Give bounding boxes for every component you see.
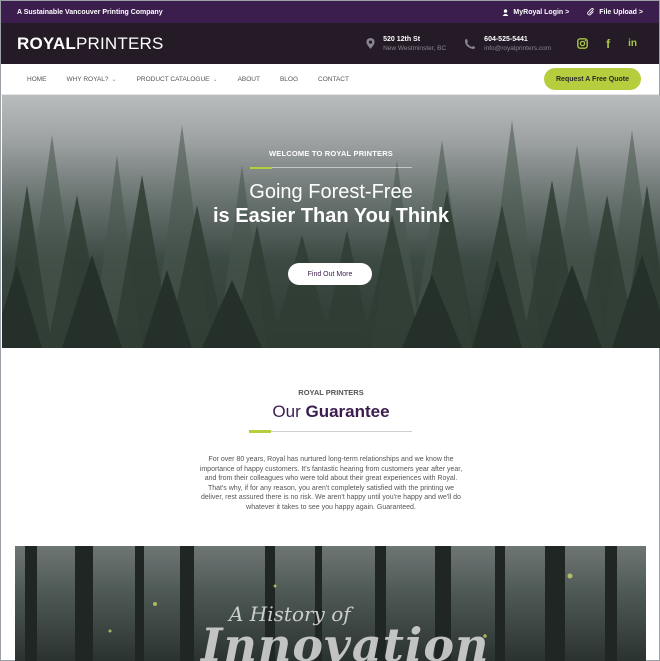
- guarantee-title: Our Guarantee: [1, 402, 660, 422]
- nav-why-royal-label: WHY ROYAL?: [66, 75, 109, 83]
- guarantee-accent-bar: [249, 430, 271, 433]
- phone-icon: [465, 39, 476, 49]
- logo-light: PRINTERS: [75, 33, 164, 53]
- tagline: A Sustainable Vancouver Printing Company: [17, 8, 163, 16]
- find-out-more-button[interactable]: Find Out More: [288, 263, 372, 285]
- instagram-icon[interactable]: [577, 38, 589, 49]
- nav-product-catalogue[interactable]: PRODUCT CATALOGUE ⌄: [137, 76, 218, 83]
- linkedin-icon[interactable]: in: [628, 38, 637, 49]
- hero-divider: [272, 167, 412, 168]
- guarantee-rule: [271, 431, 412, 432]
- file-upload-link[interactable]: File Upload >: [587, 8, 643, 16]
- hero-accent-bar: [250, 167, 272, 169]
- guarantee-divider: [1, 430, 660, 440]
- guarantee-body: For over 80 years, Royal has nurtured lo…: [199, 456, 463, 511]
- login-label: MyRoyal Login >: [513, 8, 570, 16]
- email-address[interactable]: info@royalprinters.com: [484, 44, 551, 53]
- hero-heading-line2: is Easier Than You Think: [213, 205, 449, 227]
- nav-contact[interactable]: CONTACT: [318, 76, 349, 83]
- upload-label: File Upload >: [599, 8, 643, 16]
- hero-banner: WELCOME TO ROYAL PRINTERS Going Forest-F…: [2, 95, 660, 348]
- main-nav: HOME WHY ROYAL? ⌄ PRODUCT CATALOGUE ⌄ ABOU…: [1, 64, 659, 95]
- map-pin-icon: [366, 38, 375, 49]
- nav-about-label: ABOUT: [237, 75, 260, 83]
- nav-contact-label: CONTACT: [318, 75, 349, 83]
- chevron-down-icon: ⌄: [111, 76, 117, 83]
- nav-home[interactable]: HOME: [27, 76, 47, 83]
- chevron-down-icon: ⌄: [212, 76, 218, 83]
- top-bar: A Sustainable Vancouver Printing Company…: [1, 1, 659, 23]
- myroyal-login-link[interactable]: MyRoyal Login >: [502, 9, 569, 16]
- social-links: f in: [577, 37, 637, 51]
- nav-about[interactable]: ABOUT: [238, 76, 260, 83]
- history-banner: A History of Innovation: [15, 546, 646, 661]
- facebook-icon[interactable]: f: [606, 37, 610, 51]
- nav-home-label: HOME: [27, 75, 47, 83]
- paperclip-icon: [587, 8, 594, 16]
- history-script-large: Innovation: [201, 618, 490, 661]
- hero-eyebrow: WELCOME TO ROYAL PRINTERS: [268, 149, 394, 158]
- logo[interactable]: ROYALPRINTERS: [17, 34, 366, 54]
- address-line2: New Westminster, BC: [383, 44, 447, 52]
- address-block: 520 12th St New Westminster, BC: [366, 35, 446, 53]
- phone-number[interactable]: 604-525-5441: [484, 35, 551, 44]
- guarantee-title-a: Our: [272, 402, 301, 421]
- guarantee-title-b: Guarantee: [305, 402, 390, 421]
- address-line1: 520 12th St: [383, 35, 421, 43]
- contact-block: 604-525-5441 info@royalprinters.com: [464, 35, 551, 53]
- logo-bold: ROYAL: [17, 33, 76, 53]
- nav-product-catalogue-label: PRODUCT CATALOGUE: [136, 75, 210, 83]
- user-icon: [503, 8, 509, 16]
- nav-blog-label: BLOG: [279, 75, 299, 83]
- guarantee-section: ROYAL PRINTERS Our Guarantee For over 80…: [1, 348, 660, 513]
- site-header: ROYALPRINTERS 520 12th St New Westminste…: [1, 23, 659, 64]
- nav-blog[interactable]: BLOG: [280, 76, 298, 83]
- request-quote-button[interactable]: Request A Free Quote: [544, 68, 641, 90]
- guarantee-kicker: ROYAL PRINTERS: [298, 388, 364, 397]
- nav-why-royal[interactable]: WHY ROYAL? ⌄: [67, 76, 117, 83]
- hero-heading-line1: Going Forest-Free: [249, 181, 413, 203]
